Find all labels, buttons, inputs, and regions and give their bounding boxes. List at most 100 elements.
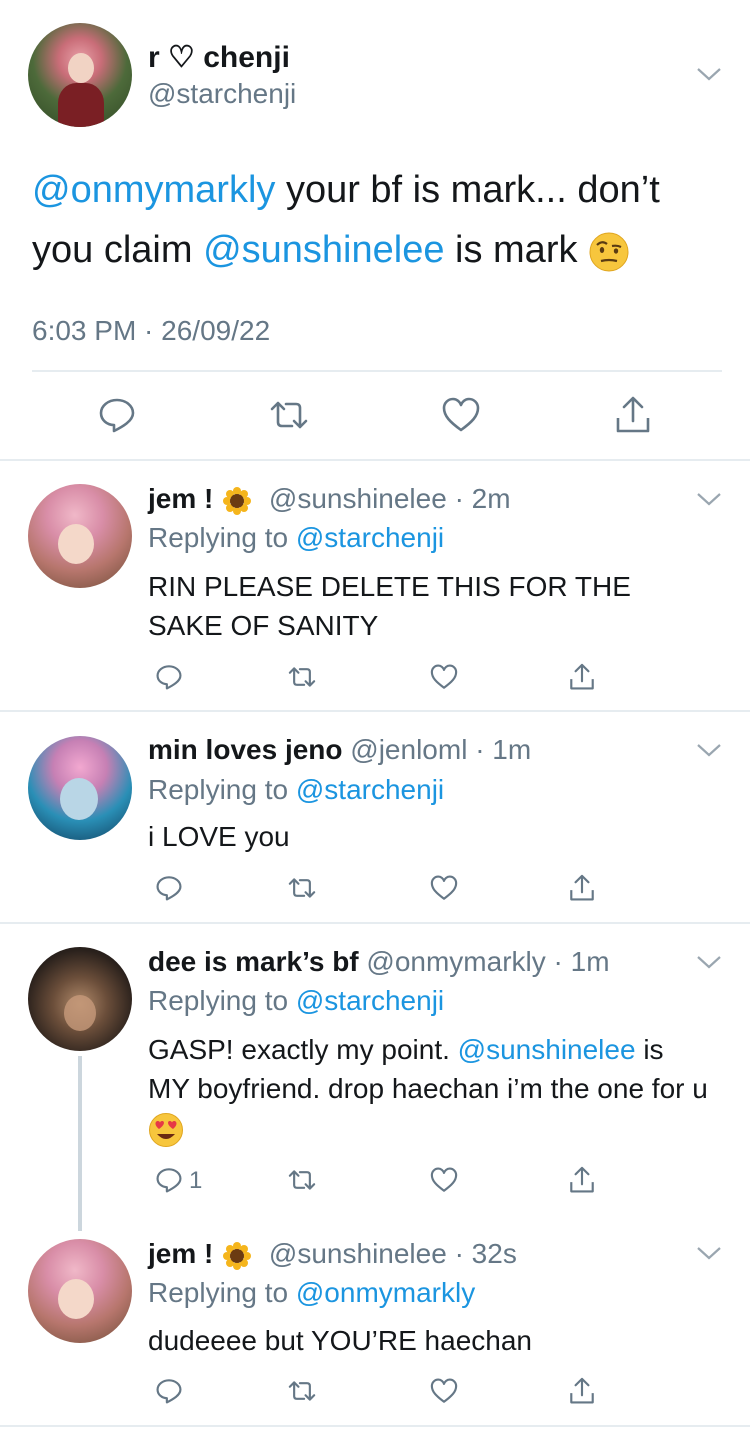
replying-to: Replying to @starchenji bbox=[148, 982, 444, 1020]
like-icon bbox=[430, 664, 458, 689]
retweet-button[interactable] bbox=[287, 1165, 317, 1195]
divider bbox=[0, 459, 750, 461]
mention-link[interactable]: @onmymarkly bbox=[32, 169, 275, 211]
reply-button[interactable] bbox=[154, 1165, 184, 1195]
share-icon bbox=[570, 1377, 594, 1404]
share-button[interactable] bbox=[612, 394, 654, 436]
handle[interactable]: @starchenji bbox=[148, 77, 296, 111]
retweet-icon bbox=[288, 878, 316, 898]
tweet-text: i LOVE you bbox=[148, 821, 290, 852]
tweet-time[interactable]: · 1m bbox=[475, 734, 531, 765]
retweet-button[interactable] bbox=[287, 873, 317, 903]
mention-link[interactable]: @sunshinelee bbox=[458, 1034, 636, 1065]
display-name[interactable]: r ♡ chenji bbox=[148, 40, 290, 76]
retweet-icon bbox=[270, 401, 308, 429]
heart-eyes-emoji bbox=[149, 1112, 183, 1147]
display-name[interactable]: jem ! bbox=[148, 1238, 221, 1269]
tweet-text: @onmymarkly your bf is mark... don’t you… bbox=[32, 160, 722, 280]
chevron-down-icon[interactable] bbox=[696, 742, 722, 758]
chevron-down-icon[interactable] bbox=[696, 954, 722, 970]
share-icon bbox=[616, 396, 650, 433]
handle[interactable]: @sunshinelee bbox=[269, 483, 447, 514]
reply-icon bbox=[99, 398, 135, 433]
reply-button[interactable] bbox=[96, 394, 138, 436]
tweet-header: min loves jeno @jenloml · 1m bbox=[148, 731, 531, 769]
like-button[interactable] bbox=[440, 394, 482, 436]
avatar[interactable] bbox=[28, 484, 132, 588]
chevron-down-icon[interactable] bbox=[696, 1245, 722, 1261]
reply-icon bbox=[156, 1379, 182, 1404]
avatar[interactable] bbox=[28, 736, 132, 840]
divider bbox=[32, 370, 722, 372]
avatar[interactable] bbox=[28, 23, 132, 127]
chevron-down-icon[interactable] bbox=[696, 66, 722, 82]
tweet-header: jem ! @sunshinelee · 2m bbox=[148, 480, 511, 518]
share-button[interactable] bbox=[567, 1376, 597, 1406]
retweet-icon bbox=[288, 667, 316, 687]
avatar[interactable] bbox=[28, 1239, 132, 1343]
reply-icon bbox=[156, 1168, 182, 1193]
share-icon bbox=[570, 874, 594, 901]
retweet-button[interactable] bbox=[287, 662, 317, 692]
display-name[interactable]: jem ! bbox=[148, 483, 221, 514]
replying-to-label: Replying to bbox=[148, 522, 296, 553]
like-icon bbox=[430, 1167, 458, 1192]
divider bbox=[0, 922, 750, 924]
reply-count: 1 bbox=[189, 1167, 203, 1194]
replying-to: Replying to @starchenji bbox=[148, 771, 444, 809]
tweet-time[interactable]: · 1m bbox=[554, 946, 610, 977]
retweet-button[interactable] bbox=[268, 394, 310, 436]
retweet-button[interactable] bbox=[287, 1376, 317, 1406]
avatar[interactable] bbox=[28, 947, 132, 1051]
reply-button[interactable] bbox=[154, 662, 184, 692]
tweet-time[interactable]: · 2m bbox=[455, 483, 511, 514]
mention-link[interactable]: @starchenji bbox=[296, 985, 444, 1016]
tweet-text: dudeeee but YOU’RE haechan bbox=[148, 1325, 532, 1356]
display-name[interactable]: dee is mark’s bf bbox=[148, 946, 359, 977]
like-button[interactable] bbox=[429, 1376, 459, 1406]
share-button[interactable] bbox=[567, 662, 597, 692]
reply-icon bbox=[156, 876, 182, 901]
handle[interactable]: @jenloml bbox=[350, 734, 467, 765]
tweet-text-part: GASP! exactly my point. bbox=[148, 1034, 458, 1065]
display-name[interactable]: min loves jeno bbox=[148, 734, 343, 765]
share-button[interactable] bbox=[567, 873, 597, 903]
handle[interactable]: @onmymarkly bbox=[366, 946, 545, 977]
tweet-text: GASP! exactly my point. @sunshinelee is … bbox=[148, 1030, 708, 1148]
replying-to: Replying to @starchenji bbox=[148, 519, 444, 557]
tweet-time[interactable]: · 32s bbox=[455, 1238, 517, 1269]
handle[interactable]: @sunshinelee bbox=[269, 1238, 447, 1269]
chevron-down-icon[interactable] bbox=[696, 491, 722, 507]
mention-link[interactable]: @starchenji bbox=[296, 522, 444, 553]
retweet-icon bbox=[288, 1170, 316, 1190]
replying-to: Replying to @onmymarkly bbox=[148, 1274, 475, 1312]
reply-button[interactable] bbox=[154, 1376, 184, 1406]
share-icon bbox=[570, 663, 594, 690]
thread-connector bbox=[78, 1056, 82, 1231]
face-with-raised-eyebrow-emoji bbox=[589, 232, 629, 272]
sunflower-emoji bbox=[223, 486, 252, 515]
reply-button[interactable] bbox=[154, 873, 184, 903]
like-button[interactable] bbox=[429, 1165, 459, 1195]
divider bbox=[0, 1425, 750, 1427]
like-button[interactable] bbox=[429, 662, 459, 692]
tweet-text: RIN PLEASE DELETE THIS FOR THE SAKE OF S… bbox=[148, 571, 631, 641]
reply-icon bbox=[156, 665, 182, 690]
mention-link[interactable]: @onmymarkly bbox=[296, 1277, 475, 1308]
like-icon bbox=[430, 1378, 458, 1403]
mention-link[interactable]: @starchenji bbox=[296, 774, 444, 805]
like-button[interactable] bbox=[429, 873, 459, 903]
sunflower-emoji bbox=[223, 1241, 252, 1270]
share-icon bbox=[570, 1166, 594, 1193]
like-icon bbox=[442, 397, 480, 432]
mention-link[interactable]: @sunshinelee bbox=[203, 229, 444, 271]
share-button[interactable] bbox=[567, 1165, 597, 1195]
tweet-text-part: is mark bbox=[444, 229, 589, 271]
divider bbox=[0, 710, 750, 712]
like-icon bbox=[430, 875, 458, 900]
retweet-icon bbox=[288, 1381, 316, 1401]
tweet-header: jem ! @sunshinelee · 32s bbox=[148, 1235, 517, 1273]
timestamp[interactable]: 6:03 PM · 26/09/22 bbox=[32, 313, 270, 349]
tweet-header: dee is mark’s bf @onmymarkly · 1m bbox=[148, 943, 610, 981]
replying-to-label: Replying to bbox=[148, 1277, 296, 1308]
